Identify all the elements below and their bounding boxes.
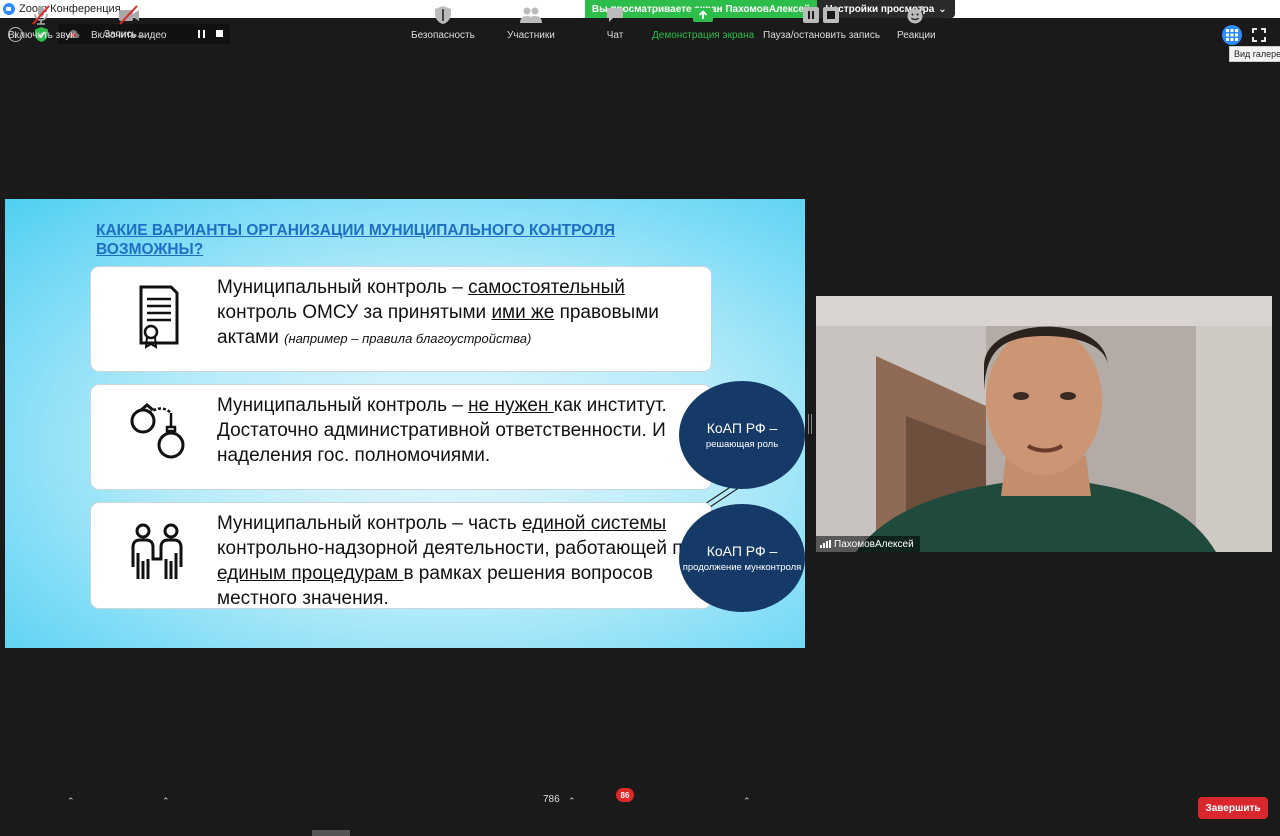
video-options-caret-icon[interactable]: ⌃ <box>162 796 170 807</box>
chat-label: Чат <box>606 30 624 41</box>
split-view-handle[interactable] <box>808 414 812 434</box>
card1-note: (например – правила благоустройства) <box>284 331 532 346</box>
video-camera-off-icon <box>118 5 139 25</box>
share-screen-arrow-icon <box>693 8 714 22</box>
microphone-muted-icon <box>32 5 51 25</box>
card1-text-a: Муниципальный контроль – <box>217 277 469 298</box>
card2-text-a: Муниципальный контроль – <box>217 395 469 416</box>
card2-text-b: не нужен <box>468 395 554 416</box>
koap-decisive-role-oval: КоАП РФ – решающая роль <box>679 381 805 489</box>
option-card-independent: Муниципальный контроль – самостоятельный… <box>90 266 712 372</box>
unmute-button[interactable]: Включить звук <box>8 4 75 44</box>
option-text-unified-system: Муниципальный контроль – часть единой си… <box>217 511 707 611</box>
handcuffs-icon <box>130 403 185 459</box>
smiley-reaction-icon <box>907 6 925 24</box>
oval2-sub-text: продолжение мунконтроля <box>682 561 802 573</box>
reactions-button[interactable]: Реакции <box>897 4 936 44</box>
security-label: Безопасность <box>411 30 475 41</box>
card3-text-a: Муниципальный контроль – часть <box>217 513 522 534</box>
people-holding-hands-icon <box>131 523 183 579</box>
stop-recording-icon[interactable] <box>216 30 223 37</box>
start-video-button[interactable]: Включить видео <box>91 4 167 44</box>
card1-text-b: самостоятельный <box>468 277 625 298</box>
option-text-not-needed: Муниципальный контроль – не нужен как ин… <box>217 393 707 468</box>
pause-stop-recording-label: Пауза/остановить запись <box>763 30 881 41</box>
grid-icon <box>1226 29 1238 41</box>
participant-name-label: ПахомовАлексей <box>816 536 920 552</box>
participant-name-text: ПахомовАлексей <box>834 538 914 550</box>
start-video-label: Включить видео <box>91 30 167 41</box>
pause-stop-icon <box>802 7 839 23</box>
end-meeting-button[interactable]: Завершить <box>1198 797 1268 819</box>
share-screen-button[interactable]: Демонстрация экрана <box>652 4 754 44</box>
participant-video-feed <box>816 296 1272 552</box>
participants-button[interactable]: Участники <box>507 4 555 44</box>
card3-text-b: единой системы <box>521 513 667 534</box>
certificate-document-icon <box>139 285 179 349</box>
oval1-sub-text: решающая роль <box>705 438 779 450</box>
oval1-main-text: КоАП РФ – <box>706 419 778 436</box>
option-card-not-needed: Муниципальный контроль – не нужен как ин… <box>90 384 712 490</box>
gallery-view-tooltip: Вид галереи <box>1229 46 1280 62</box>
participant-video-tile[interactable]: ПахомовАлексей <box>816 296 1272 552</box>
participants-count: 786 <box>543 794 560 805</box>
fullscreen-icon[interactable] <box>1252 28 1266 42</box>
share-options-caret-icon[interactable]: ⌃ <box>743 796 751 807</box>
participants-options-caret-icon[interactable]: ⌃ <box>568 796 576 807</box>
chevron-down-icon: ⌄ <box>938 3 947 15</box>
card1-text-d: ими же <box>491 302 555 323</box>
koap-continuation-oval: КоАП РФ – продолжение мунконтроля <box>679 504 805 612</box>
chat-bubble-icon <box>607 8 623 22</box>
meeting-toolbar <box>0 786 1280 836</box>
chat-button[interactable]: Чат <box>603 4 627 44</box>
taskbar-scroll-indicator <box>312 830 350 836</box>
chat-unread-badge: 86 <box>616 788 634 802</box>
card3-text-c: контрольно-надзорной деятельности, работ… <box>217 538 694 559</box>
option-card-unified-system: Муниципальный контроль – часть единой си… <box>90 502 712 609</box>
security-button[interactable]: Безопасность <box>411 4 475 44</box>
pause-stop-recording-button[interactable]: Пауза/остановить запись <box>763 4 880 44</box>
security-shield-icon <box>434 6 451 24</box>
participants-label: Участники <box>507 30 555 41</box>
slide-title: КАКИЕ ВАРИАНТЫ ОРГАНИЗАЦИИ МУНИЦИПАЛЬНОГ… <box>96 222 615 258</box>
pause-recording-icon[interactable] <box>198 30 205 38</box>
unmute-label: Включить звук <box>8 30 75 41</box>
gallery-view-button[interactable] <box>1222 25 1242 45</box>
oval2-main-text: КоАП РФ – <box>706 542 778 559</box>
reactions-label: Реакции <box>897 30 936 41</box>
participants-icon <box>519 7 542 23</box>
share-screen-label: Демонстрация экрана <box>652 30 755 41</box>
card3-text-d: единым процедурам <box>217 563 404 584</box>
audio-options-caret-icon[interactable]: ⌃ <box>67 796 75 807</box>
signal-strength-icon <box>820 540 831 548</box>
shared-screen-slide: КАКИЕ ВАРИАНТЫ ОРГАНИЗАЦИИ МУНИЦИПАЛЬНОГ… <box>5 199 805 648</box>
card1-text-c: контроль ОМСУ за принятыми <box>217 302 492 323</box>
option-text-independent: Муниципальный контроль – самостоятельный… <box>217 275 707 351</box>
